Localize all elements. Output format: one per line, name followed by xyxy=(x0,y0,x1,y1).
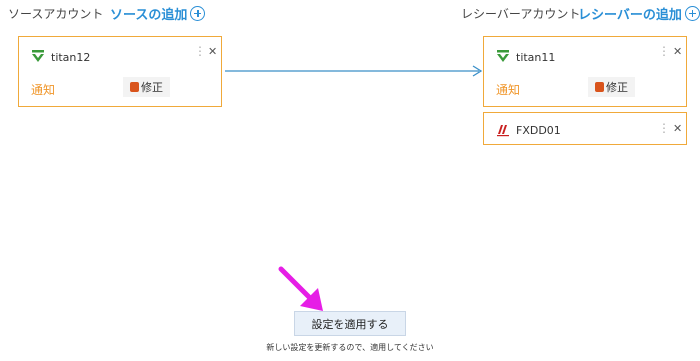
modify-button[interactable]: 修正 xyxy=(123,77,170,97)
edit-icon xyxy=(595,82,604,92)
account-name: FXDD01 xyxy=(516,124,561,137)
v-shield-icon xyxy=(497,50,509,62)
kebab-menu-icon[interactable]: ⋮ xyxy=(658,122,670,134)
modify-label: 修正 xyxy=(606,81,628,94)
apply-settings-button[interactable]: 設定を適用する xyxy=(294,311,406,336)
plus-circle-icon xyxy=(190,6,206,21)
pointer-arrow-icon xyxy=(278,266,323,311)
modify-button[interactable]: 修正 xyxy=(588,77,635,97)
receiver-account-card[interactable]: titan11 ⋮ ✕ 通知 修正 xyxy=(483,36,687,107)
add-source-label: ソースの追加 xyxy=(110,8,188,23)
source-accounts-heading: ソースアカウント xyxy=(8,7,104,21)
source-account-card[interactable]: titan12 ⋮ ✕ 通知 修正 xyxy=(18,36,222,107)
add-receiver-label: レシーバーの追加 xyxy=(578,8,682,23)
add-source-button[interactable]: ソースの追加 xyxy=(110,4,206,23)
notify-link[interactable]: 通知 xyxy=(496,81,520,98)
connection-arrow xyxy=(225,65,483,77)
account-name: titan11 xyxy=(516,51,556,64)
modify-label: 修正 xyxy=(141,81,163,94)
close-icon[interactable]: ✕ xyxy=(673,46,682,57)
receiver-account-card[interactable]: FXDD01 ⋮ ✕ xyxy=(483,112,687,145)
close-icon[interactable]: ✕ xyxy=(208,46,217,57)
receiver-accounts-heading: レシーバーアカウント xyxy=(461,7,581,21)
add-receiver-button[interactable]: レシーバーの追加 xyxy=(578,4,700,23)
edit-icon xyxy=(130,82,139,92)
plus-circle-icon xyxy=(684,6,700,21)
kebab-menu-icon[interactable]: ⋮ xyxy=(658,45,670,57)
apply-note: 新しい設定を更新するので、適用してください xyxy=(266,343,434,352)
kebab-menu-icon[interactable]: ⋮ xyxy=(194,45,206,57)
account-name: titan12 xyxy=(51,51,91,64)
v-shield-icon xyxy=(32,50,44,62)
fxdd-logo-icon xyxy=(497,125,509,137)
notify-link[interactable]: 通知 xyxy=(31,81,55,98)
close-icon[interactable]: ✕ xyxy=(673,123,682,134)
